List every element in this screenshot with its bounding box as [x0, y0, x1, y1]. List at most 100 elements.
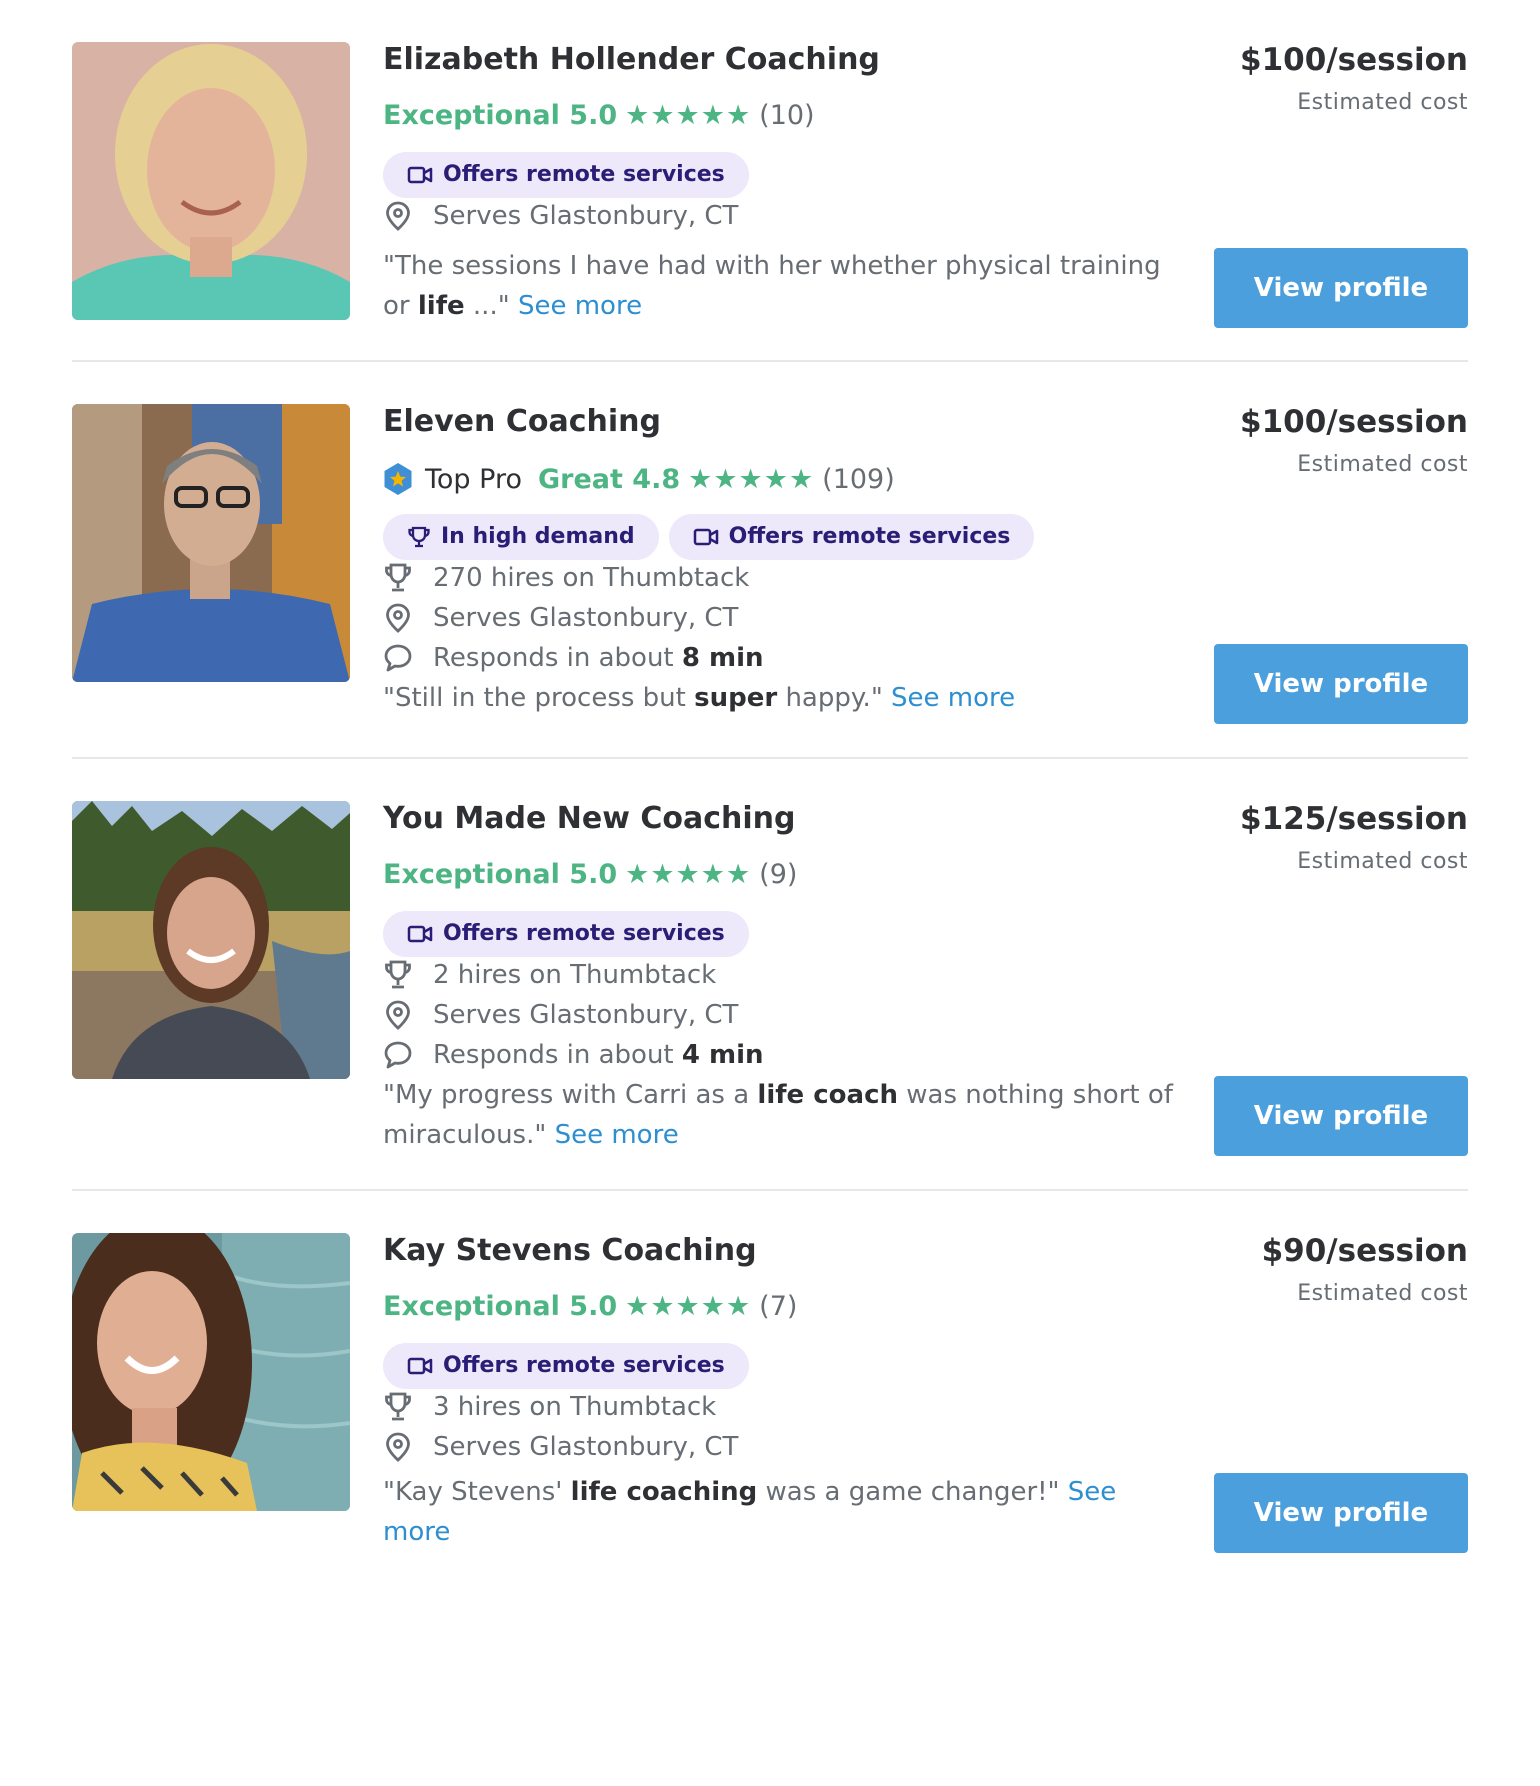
hires-text: 270 hires on Thumbtack: [433, 563, 750, 593]
price-block: $100/session Estimated cost: [1240, 404, 1468, 477]
profile-photo[interactable]: [72, 801, 350, 1079]
review-count: (109): [822, 463, 895, 495]
profile-photo-image: [72, 42, 350, 320]
rating-label: Exceptional 5.0: [383, 100, 618, 131]
price-amount: $100/session: [1240, 42, 1468, 78]
view-profile-button[interactable]: View profile: [1214, 1076, 1468, 1156]
price-note: Estimated cost: [1297, 1281, 1468, 1306]
hires-fact: 2 hires on Thumbtack: [383, 955, 764, 995]
quote-highlight: life: [417, 291, 465, 321]
response-time: 8 min: [681, 643, 764, 673]
review-count: (10): [759, 100, 815, 131]
review-quote: "Still in the process but super happy." …: [383, 678, 1173, 718]
video-camera-icon: [407, 925, 433, 943]
trophy-icon: [408, 526, 430, 548]
price-note: Estimated cost: [1297, 849, 1468, 874]
review-quote: "Kay Stevens' life coaching was a game c…: [383, 1472, 1173, 1552]
response-fact: Responds in about 4 min: [383, 1035, 764, 1075]
map-pin-icon: [386, 201, 410, 231]
remote-services-badge: Offers remote services: [383, 1343, 749, 1389]
badge-label: Offers remote services: [443, 1353, 725, 1378]
business-name[interactable]: You Made New Coaching: [383, 801, 796, 836]
profile-photo[interactable]: [72, 404, 350, 682]
badge-label: Offers remote services: [443, 921, 725, 946]
badge-row: Offers remote services: [383, 152, 749, 198]
hires-text: 2 hires on Thumbtack: [433, 960, 717, 990]
star-rating-icon: ★★★★★: [625, 1291, 752, 1322]
see-more-link[interactable]: See more: [555, 1120, 679, 1150]
profile-photo[interactable]: [72, 42, 350, 320]
location-fact: Serves Glastonbury, CT: [383, 196, 738, 236]
hires-fact: 270 hires on Thumbtack: [383, 558, 764, 598]
quote-text: "Kay Stevens': [383, 1477, 571, 1507]
chat-bubble-icon: [384, 644, 412, 672]
quote-text: was a game changer!": [757, 1477, 1060, 1507]
profile-photo-image: [72, 1233, 350, 1511]
location-text: Serves Glastonbury, CT: [433, 1000, 739, 1030]
high-demand-badge: In high demand: [383, 514, 659, 560]
star-rating-icon: ★★★★★: [625, 859, 752, 890]
response-time: 4 min: [681, 1040, 764, 1070]
divider: [72, 1189, 1468, 1191]
view-profile-button[interactable]: View profile: [1214, 1473, 1468, 1553]
see-more-link[interactable]: See more: [518, 291, 642, 321]
price-block: $90/session Estimated cost: [1262, 1233, 1468, 1306]
rating-label: Great 4.8: [537, 463, 681, 495]
price-amount: $100/session: [1240, 404, 1468, 440]
quote-text: "Still in the process but: [383, 683, 695, 713]
top-pro-label: Top Pro: [425, 463, 522, 495]
business-name[interactable]: Elizabeth Hollender Coaching: [383, 42, 880, 77]
quote-highlight: life coach: [757, 1080, 898, 1110]
remote-services-badge: Offers remote services: [383, 152, 749, 198]
location-text: Serves Glastonbury, CT: [433, 1432, 739, 1462]
business-name[interactable]: Eleven Coaching: [383, 404, 661, 439]
location-fact: Serves Glastonbury, CT: [383, 995, 764, 1035]
map-pin-icon: [386, 1000, 410, 1030]
view-profile-button[interactable]: View profile: [1214, 248, 1468, 328]
rating-row: Top Pro Great 4.8 ★★★★★ (109): [383, 462, 895, 496]
quote-highlight: super: [694, 683, 778, 713]
rating-row: Exceptional 5.0 ★★★★★ (10): [383, 100, 815, 131]
listing-card: Elizabeth Hollender Coaching Exceptional…: [72, 42, 1468, 328]
response-fact: Responds in about 8 min: [383, 638, 764, 678]
response-prefix: Responds in about: [433, 1040, 682, 1070]
remote-services-badge: Offers remote services: [668, 514, 1035, 560]
location-text: Serves Glastonbury, CT: [433, 603, 739, 633]
quote-text: "My progress with Carri as a: [383, 1080, 758, 1110]
listing-card: Eleven Coaching Top Pro Great 4.8 ★★★★★ …: [72, 404, 1468, 724]
profile-photo[interactable]: [72, 1233, 350, 1511]
quote-text: happy.": [777, 683, 883, 713]
response-text: Responds in about 8 min: [433, 643, 764, 673]
review-count: (9): [759, 859, 798, 890]
map-pin-icon: [386, 603, 410, 633]
facts-list: 2 hires on Thumbtack Serves Glastonbury,…: [383, 955, 764, 1075]
price-note: Estimated cost: [1297, 90, 1468, 115]
price-amount: $125/session: [1240, 801, 1468, 837]
divider: [72, 360, 1468, 362]
location-fact: Serves Glastonbury, CT: [383, 1427, 738, 1467]
rating-label: Exceptional 5.0: [383, 1291, 618, 1322]
top-pro-hexagon-icon: [384, 463, 412, 495]
review-count: (7): [759, 1291, 798, 1322]
listing-card: You Made New Coaching Exceptional 5.0 ★★…: [72, 801, 1468, 1156]
rating-row: Exceptional 5.0 ★★★★★ (9): [383, 859, 797, 890]
profile-photo-image: [72, 404, 350, 682]
facts-list: 270 hires on Thumbtack Serves Glastonbur…: [383, 558, 764, 678]
price-amount: $90/session: [1261, 1233, 1468, 1269]
view-profile-button[interactable]: View profile: [1214, 644, 1468, 724]
badge-row: Offers remote services: [383, 911, 749, 957]
hires-text: 3 hires on Thumbtack: [433, 1392, 717, 1422]
profile-photo-image: [72, 801, 350, 1079]
listing-card: Kay Stevens Coaching Exceptional 5.0 ★★★…: [72, 1233, 1468, 1553]
see-more-link[interactable]: See more: [891, 683, 1015, 713]
location-text: Serves Glastonbury, CT: [433, 201, 739, 231]
rating-row: Exceptional 5.0 ★★★★★ (7): [383, 1291, 797, 1322]
star-rating-icon: ★★★★★: [688, 463, 815, 495]
response-text: Responds in about 4 min: [433, 1040, 764, 1070]
facts-list: Serves Glastonbury, CT: [383, 196, 738, 236]
star-rating-icon: ★★★★★: [625, 100, 752, 131]
video-camera-icon: [407, 1357, 433, 1375]
chat-bubble-icon: [384, 1041, 412, 1069]
badge-label: Offers remote services: [443, 162, 725, 187]
business-name[interactable]: Kay Stevens Coaching: [383, 1233, 757, 1268]
